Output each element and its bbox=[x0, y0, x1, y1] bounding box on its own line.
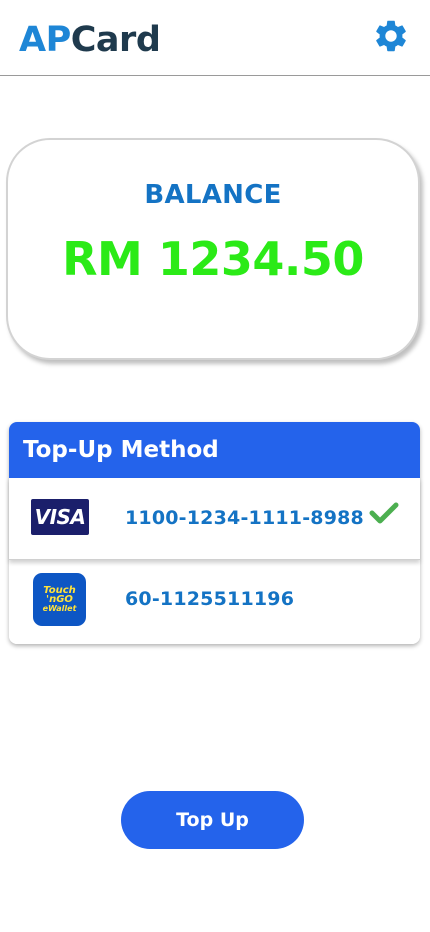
topup-method-visa[interactable]: VISA 1100-1234-1111-8988 bbox=[9, 478, 420, 560]
app-logo: APCard bbox=[19, 20, 161, 60]
tng-logo-line-3: eWallet bbox=[42, 604, 77, 613]
logo-part-card: Card bbox=[70, 20, 161, 60]
visa-card-icon: VISA bbox=[31, 499, 89, 535]
visa-card-number: 1100-1234-1111-8988 bbox=[125, 507, 364, 529]
topup-method-panel: Top-Up Method VISA 1100-1234-1111-8988 T… bbox=[9, 422, 420, 644]
balance-card: BALANCE RM 1234.50 bbox=[6, 138, 420, 360]
ewallet-phone-number: 60-1125511196 bbox=[125, 588, 295, 610]
top-up-button[interactable]: Top Up bbox=[121, 791, 304, 849]
touch-n-go-ewallet-icon: Touch 'nGO eWallet bbox=[33, 573, 86, 626]
balance-label: BALANCE bbox=[144, 180, 282, 210]
check-icon bbox=[369, 502, 399, 524]
gear-icon[interactable] bbox=[372, 17, 410, 55]
logo-part-ap: AP bbox=[19, 20, 71, 60]
screen: APCard BALANCE RM 1234.50 Top-Up Method … bbox=[0, 0, 430, 932]
app-header: APCard bbox=[0, 0, 430, 76]
topup-method-tng-ewallet[interactable]: Touch 'nGO eWallet 60-1125511196 bbox=[9, 560, 420, 644]
topup-method-title: Top-Up Method bbox=[9, 422, 420, 478]
balance-amount: RM 1234.50 bbox=[62, 232, 364, 286]
